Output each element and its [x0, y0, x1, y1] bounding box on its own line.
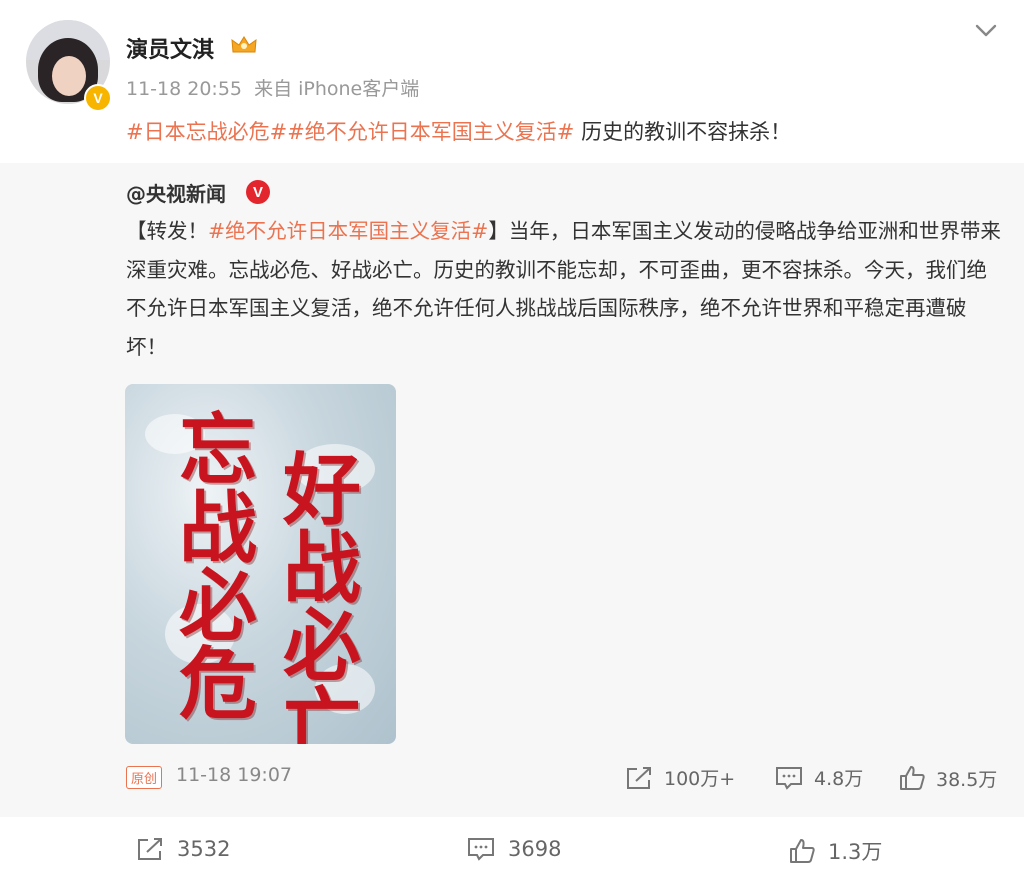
- original-author[interactable]: @央视新闻: [126, 178, 226, 207]
- original-like-button[interactable]: 38.5万: [898, 764, 997, 792]
- post-body: 历史的教训不容抹杀！: [574, 120, 792, 144]
- original-like-count: 38.5万: [936, 768, 998, 791]
- repost-icon: [138, 838, 162, 860]
- author-name[interactable]: 演员文淇: [126, 32, 214, 64]
- like-icon: [900, 766, 925, 790]
- like-icon: [790, 839, 815, 863]
- comment-icon: [468, 838, 494, 861]
- repost-icon: [627, 766, 651, 789]
- poster-text-right: 好 战 必 亡: [282, 445, 361, 745]
- topic-link[interactable]: #绝不允许日本军国主义复活#: [287, 120, 574, 144]
- topic-link[interactable]: #日本忘战必危#: [126, 120, 287, 144]
- verified-icon: V: [246, 180, 270, 204]
- repost-button[interactable]: 3532: [135, 836, 230, 862]
- repost-count: 3532: [177, 837, 231, 861]
- post-text: #日本忘战必危##绝不允许日本军国主义复活# 历史的教训不容抹杀！: [126, 116, 791, 146]
- original-text: 【转发！#绝不允许日本军国主义复活#】当年，日本军国主义发动的侵略战争给亚洲和世…: [126, 212, 1006, 366]
- vip-crown-icon[interactable]: [230, 34, 258, 56]
- original-repost-count: 100万+: [664, 768, 736, 790]
- post-source: 来自 iPhone客户端: [254, 78, 420, 100]
- poster-text-left: 忘 战 必 危: [178, 405, 257, 730]
- like-count: 1.3万: [828, 840, 883, 864]
- original-badge: 原创: [126, 766, 163, 789]
- original-time[interactable]: 11-18 19:07: [176, 764, 292, 786]
- post-meta: 11-18 20:55 来自 iPhone客户端: [126, 74, 425, 101]
- comment-button[interactable]: 3698: [466, 836, 561, 862]
- original-footer: 原创 11-18 19:07 100万+ 4.8万 38.5万: [126, 764, 1006, 794]
- original-prefix: 【转发！: [126, 219, 208, 243]
- topic-link[interactable]: #绝不允许日本军国主义复活#: [208, 219, 488, 243]
- comment-count: 3698: [508, 837, 562, 861]
- post-time[interactable]: 11-18 20:55: [126, 78, 242, 100]
- verified-icon: V: [84, 84, 112, 112]
- comment-icon: [776, 766, 802, 790]
- post-image[interactable]: 忘 战 必 危 好 战 必 亡: [125, 384, 396, 744]
- original-comment-button[interactable]: 4.8万: [774, 764, 863, 791]
- chevron-down-icon[interactable]: [972, 20, 1000, 40]
- original-comment-count: 4.8万: [814, 768, 864, 790]
- like-button[interactable]: 1.3万: [788, 836, 882, 866]
- original-repost-button[interactable]: 100万+: [624, 764, 735, 791]
